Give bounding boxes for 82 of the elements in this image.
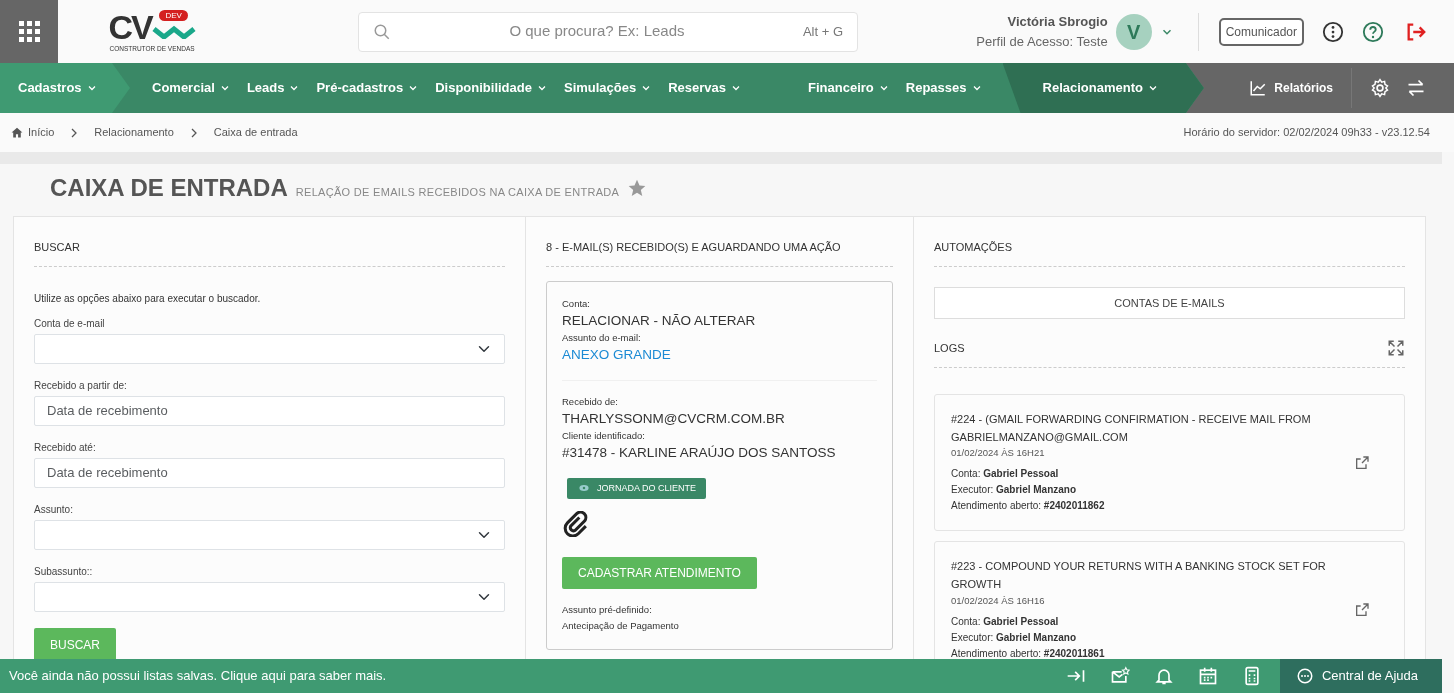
nav-menu-item[interactable]: Financeiro (808, 78, 890, 98)
communicator-button[interactable]: Comunicador (1218, 17, 1304, 46)
star-icon[interactable] (627, 178, 648, 198)
user-profile: Perfil de Acesso: Teste (976, 32, 1108, 51)
grid-icon (18, 21, 40, 42)
chat-icon (1295, 667, 1314, 685)
log-field: Executor: Gabriel Manzano (951, 629, 1342, 646)
log-title: #224 - (GMAIL FORWARDING CONFIRMATION - RECEIVE MAIL FROM GABRIELMANZANO@GMAIL.COM (951, 412, 1312, 445)
section-heading: 8 - E-MAIL(S) RECEBIDO(S) E AGUARDANDO UMA AÇÃO (546, 239, 893, 267)
page-subtitle: RELAÇÃO DE EMAILS RECEBIDOS NA CAIXA DE ENTRADA (295, 184, 620, 200)
section-heading: LOGS (934, 340, 965, 356)
nav-menu-item[interactable]: Comercial (152, 78, 231, 98)
field-label: Cliente identificado: (562, 429, 646, 443)
select-field[interactable] (34, 581, 505, 612)
nav-menu-item[interactable]: Leads (246, 78, 301, 98)
nav-menu-item[interactable]: Pré-cadastros (316, 78, 420, 98)
logo-text: CV (108, 9, 152, 44)
section-heading: AUTOMAÇÕES (934, 239, 1405, 267)
more-options-icon[interactable] (1322, 20, 1344, 43)
log-title: #223 - COMPOUND YOUR RETURNS WITH A BANKING STOCK SET FOR GROWTH (951, 559, 1327, 593)
log-date: 01/02/2024 ÀS 16H16 (951, 593, 1046, 608)
nav-menu-item[interactable]: Simulações (563, 78, 653, 98)
dev-badge: DEV (159, 9, 188, 21)
nav-menu-item[interactable]: Disponibilidade (435, 78, 548, 98)
date-field[interactable]: Data de recebimento (34, 457, 505, 488)
page-title: CAIXA DE ENTRADA (50, 173, 288, 203)
date-field[interactable]: Data de recebimento (34, 395, 505, 426)
select-field[interactable] (34, 519, 505, 550)
help-center-button[interactable]: Central de Ajuda (1279, 659, 1442, 693)
bell-icon[interactable] (1153, 666, 1174, 686)
field-value: Antecipação de Pagamento (562, 619, 680, 634)
external-link-icon[interactable] (1354, 602, 1370, 619)
select-field[interactable] (34, 333, 505, 364)
email-accounts-button[interactable]: CONTAS DE E-MAILS (934, 286, 1405, 319)
apps-menu-icon[interactable] (0, 0, 58, 63)
log-date: 01/02/2024 ÀS 16H21 (951, 446, 1046, 461)
journey-button[interactable]: JORNADA DO CLIENTE (567, 477, 707, 499)
email-subject: ANEXO GRANDE (562, 346, 672, 365)
server-time: Horário do servidor: 02/02/2024 09h33 - v23.12.54 (1183, 125, 1430, 141)
section-heading: BUSCAR (34, 239, 505, 267)
nav-menu-item[interactable]: Relacionamento (1002, 63, 1204, 113)
nav-menu-item[interactable]: Repasses (905, 78, 983, 98)
shortcut-hint: Alt + G (802, 22, 843, 41)
reports-link[interactable]: Relatórios (1248, 79, 1333, 97)
breadcrumb-link[interactable]: Início (28, 124, 55, 141)
mail-star-icon[interactable] (1109, 666, 1130, 686)
user-avatar[interactable]: V (1115, 13, 1152, 50)
field-value: THARLYSSONM@CVCRM.COM.BR (562, 409, 786, 428)
eye-icon (577, 483, 591, 494)
nav-menu-item[interactable]: Reservas (668, 78, 743, 98)
log-field: Atendimento aberto: #2402011861 (951, 645, 1342, 662)
field-label: Assunto pré-definido: (562, 603, 653, 617)
log-field: Atendimento aberto: #2402011862 (951, 498, 1342, 515)
field-label: Conta: (562, 296, 591, 311)
field-label: Conta de e-mail (34, 316, 106, 331)
user-name: Victória Sbrogio (1006, 13, 1108, 31)
help-icon[interactable] (1362, 20, 1384, 43)
intro-text: Utilize as opções abaixo para executar o buscador. (34, 291, 262, 306)
register-button[interactable]: CADASTRAR ATENDIMENTO (562, 557, 757, 589)
external-link-icon[interactable] (1354, 454, 1370, 471)
swap-arrows-icon[interactable] (1406, 78, 1426, 98)
log-field: Conta: Gabriel Pessoal (951, 613, 1342, 630)
search-bar[interactable]: O que procura? Ex: Leads Alt + G (358, 11, 858, 52)
field-label: Assunto: (34, 502, 74, 517)
breadcrumb-link[interactable]: Relacionamento (94, 124, 174, 141)
field-label: Recebido até: (34, 440, 97, 455)
search-icon (373, 22, 391, 41)
field-label: Recebido de: (562, 394, 619, 409)
field-label: Assunto do e-mail: (562, 331, 642, 345)
log-field: Conta: Gabriel Pessoal (951, 466, 1342, 483)
calendar-icon[interactable] (1197, 666, 1218, 686)
field-value: RELACIONAR - NÃO ALTERAR (562, 311, 757, 330)
saved-lists-message[interactable]: Você ainda não possui listas salvas. Clique aqui para saber mais. (9, 666, 387, 686)
settings-icon[interactable] (1370, 78, 1390, 98)
search-field[interactable]: O que procura? Ex: Leads (401, 19, 793, 44)
search-button[interactable]: BUSCAR (34, 627, 116, 662)
home-icon (10, 126, 24, 139)
field-label: Subassunto:: (34, 564, 94, 579)
field-label: Recebido a partir de: (34, 378, 128, 393)
field-value: #31478 - KARLINE ARAÚJO DOS SANTOSS (562, 444, 837, 463)
log-field: Executor: Gabriel Manzano (951, 482, 1342, 499)
expand-icon[interactable] (1387, 339, 1405, 357)
